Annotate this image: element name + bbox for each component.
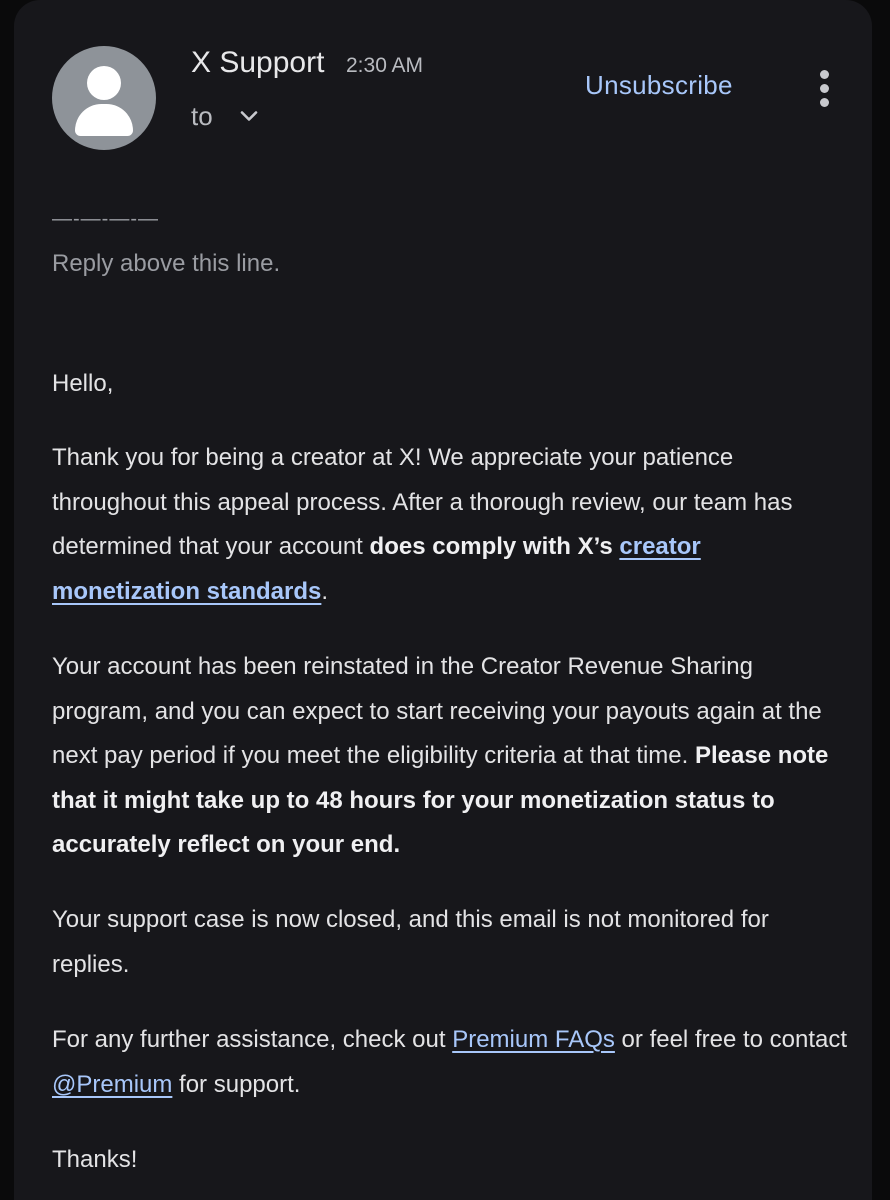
paragraph-1-end: . — [321, 577, 329, 605]
closing: Thanks! — [52, 1146, 138, 1173]
paragraph-1-bold: does comply with X’s — [369, 533, 613, 560]
premium-faqs-link[interactable]: Premium FAQs — [452, 1026, 615, 1053]
paragraph-4: For any further assistance, check out Pr… — [52, 1018, 852, 1107]
to-label: to — [191, 100, 213, 131]
avatar-head-shape — [87, 66, 121, 100]
greeting: Hello, — [52, 370, 114, 397]
sender-name[interactable]: X Support — [191, 46, 324, 80]
email-time: 2:30 AM — [346, 54, 424, 77]
premium-account-link[interactable]: @Premium — [52, 1071, 172, 1098]
reply-divider: —-—-—-— — [52, 208, 159, 230]
paragraph-3: Your support case is now closed, and thi… — [52, 906, 769, 978]
paragraph-1: Thank you for being a creator at X! We a… — [52, 436, 852, 614]
more-vert-icon[interactable] — [812, 68, 838, 110]
recipient-row[interactable]: to — [191, 100, 261, 132]
email-card: X Support 2:30 AM to Unsubscribe —-—-—-—… — [14, 0, 872, 1200]
paragraph-4-text-1: For any further assistance, check out — [52, 1026, 453, 1053]
paragraph-2: Your account has been reinstated in the … — [52, 645, 852, 868]
paragraph-4-text-3: for support. — [172, 1070, 301, 1098]
default-avatar-icon[interactable] — [52, 46, 156, 150]
reply-above-note: Reply above this line. — [52, 250, 281, 277]
chevron-down-icon[interactable] — [237, 104, 261, 128]
unsubscribe-button[interactable]: Unsubscribe — [585, 70, 733, 101]
paragraph-4-text-2: or feel free to contact — [614, 1026, 848, 1053]
avatar-body-shape — [75, 104, 133, 136]
